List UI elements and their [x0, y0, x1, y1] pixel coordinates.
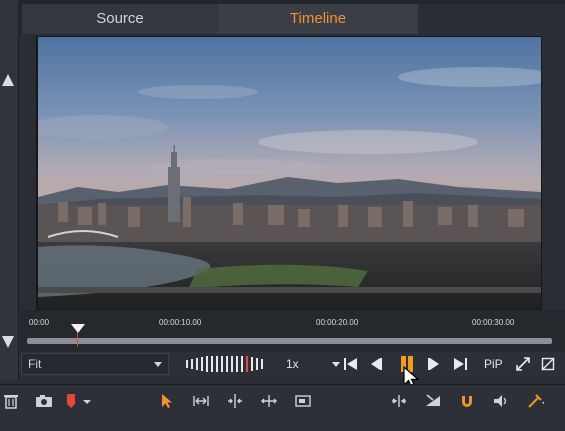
city-skyline-image	[38, 37, 541, 309]
playhead-line	[77, 333, 78, 347]
step-forward-icon[interactable]	[428, 358, 440, 370]
zoom-select-value: Fit	[28, 357, 42, 371]
skip-end-icon[interactable]	[454, 358, 468, 370]
razor-icon[interactable]	[526, 392, 544, 410]
audio-scrub-icon[interactable]	[390, 392, 408, 410]
timecode-label: 00:00:30.00	[472, 318, 515, 327]
playhead-handle[interactable]	[71, 324, 85, 333]
left-panel-scrollbar[interactable]	[0, 0, 19, 380]
timecode-label: 00:00:10.00	[159, 318, 202, 327]
tab-bar: Source Timeline	[18, 0, 565, 34]
zoom-select[interactable]: Fit	[21, 353, 169, 375]
timeline-ruler[interactable]: 00:00 00:00:10.00 00:00:20.00 00:00:30.0…	[20, 310, 565, 358]
split-icon[interactable]	[226, 392, 244, 410]
tab-source[interactable]: Source	[22, 4, 218, 34]
timecode-label: 00:00	[29, 318, 50, 327]
pip-button[interactable]: PiP	[484, 357, 503, 371]
fullscreen-icon[interactable]	[516, 357, 530, 371]
step-back-icon[interactable]	[370, 358, 382, 370]
skip-start-icon[interactable]	[344, 358, 358, 370]
pointer-icon[interactable]	[158, 392, 176, 410]
scroll-up-icon[interactable]	[2, 74, 14, 86]
chevron-down-icon	[332, 362, 340, 367]
marker-icon[interactable]	[62, 392, 80, 410]
chevron-down-icon[interactable]	[82, 392, 100, 410]
trim-icon[interactable]	[192, 392, 210, 410]
tab-bar-filler	[418, 4, 565, 34]
jog-wheel[interactable]	[186, 356, 266, 372]
magnet-icon[interactable]	[458, 392, 476, 410]
rectangle-icon[interactable]	[294, 392, 312, 410]
chevron-down-icon	[154, 362, 162, 367]
camera-icon[interactable]	[35, 392, 53, 410]
speed-select-value: 1x	[286, 357, 299, 371]
tab-timeline[interactable]: Timeline	[218, 4, 418, 34]
scroll-down-icon[interactable]	[2, 336, 14, 348]
scrub-bar[interactable]	[27, 338, 552, 344]
trash-icon[interactable]	[2, 392, 20, 410]
timecode-label: 00:00:20.00	[316, 318, 359, 327]
video-preview[interactable]	[38, 37, 541, 309]
speed-select[interactable]: 1x	[280, 353, 344, 375]
ripple-icon[interactable]	[260, 392, 278, 410]
slice-icon[interactable]	[424, 392, 442, 410]
speaker-icon[interactable]	[492, 392, 510, 410]
crop-icon[interactable]	[541, 357, 555, 371]
